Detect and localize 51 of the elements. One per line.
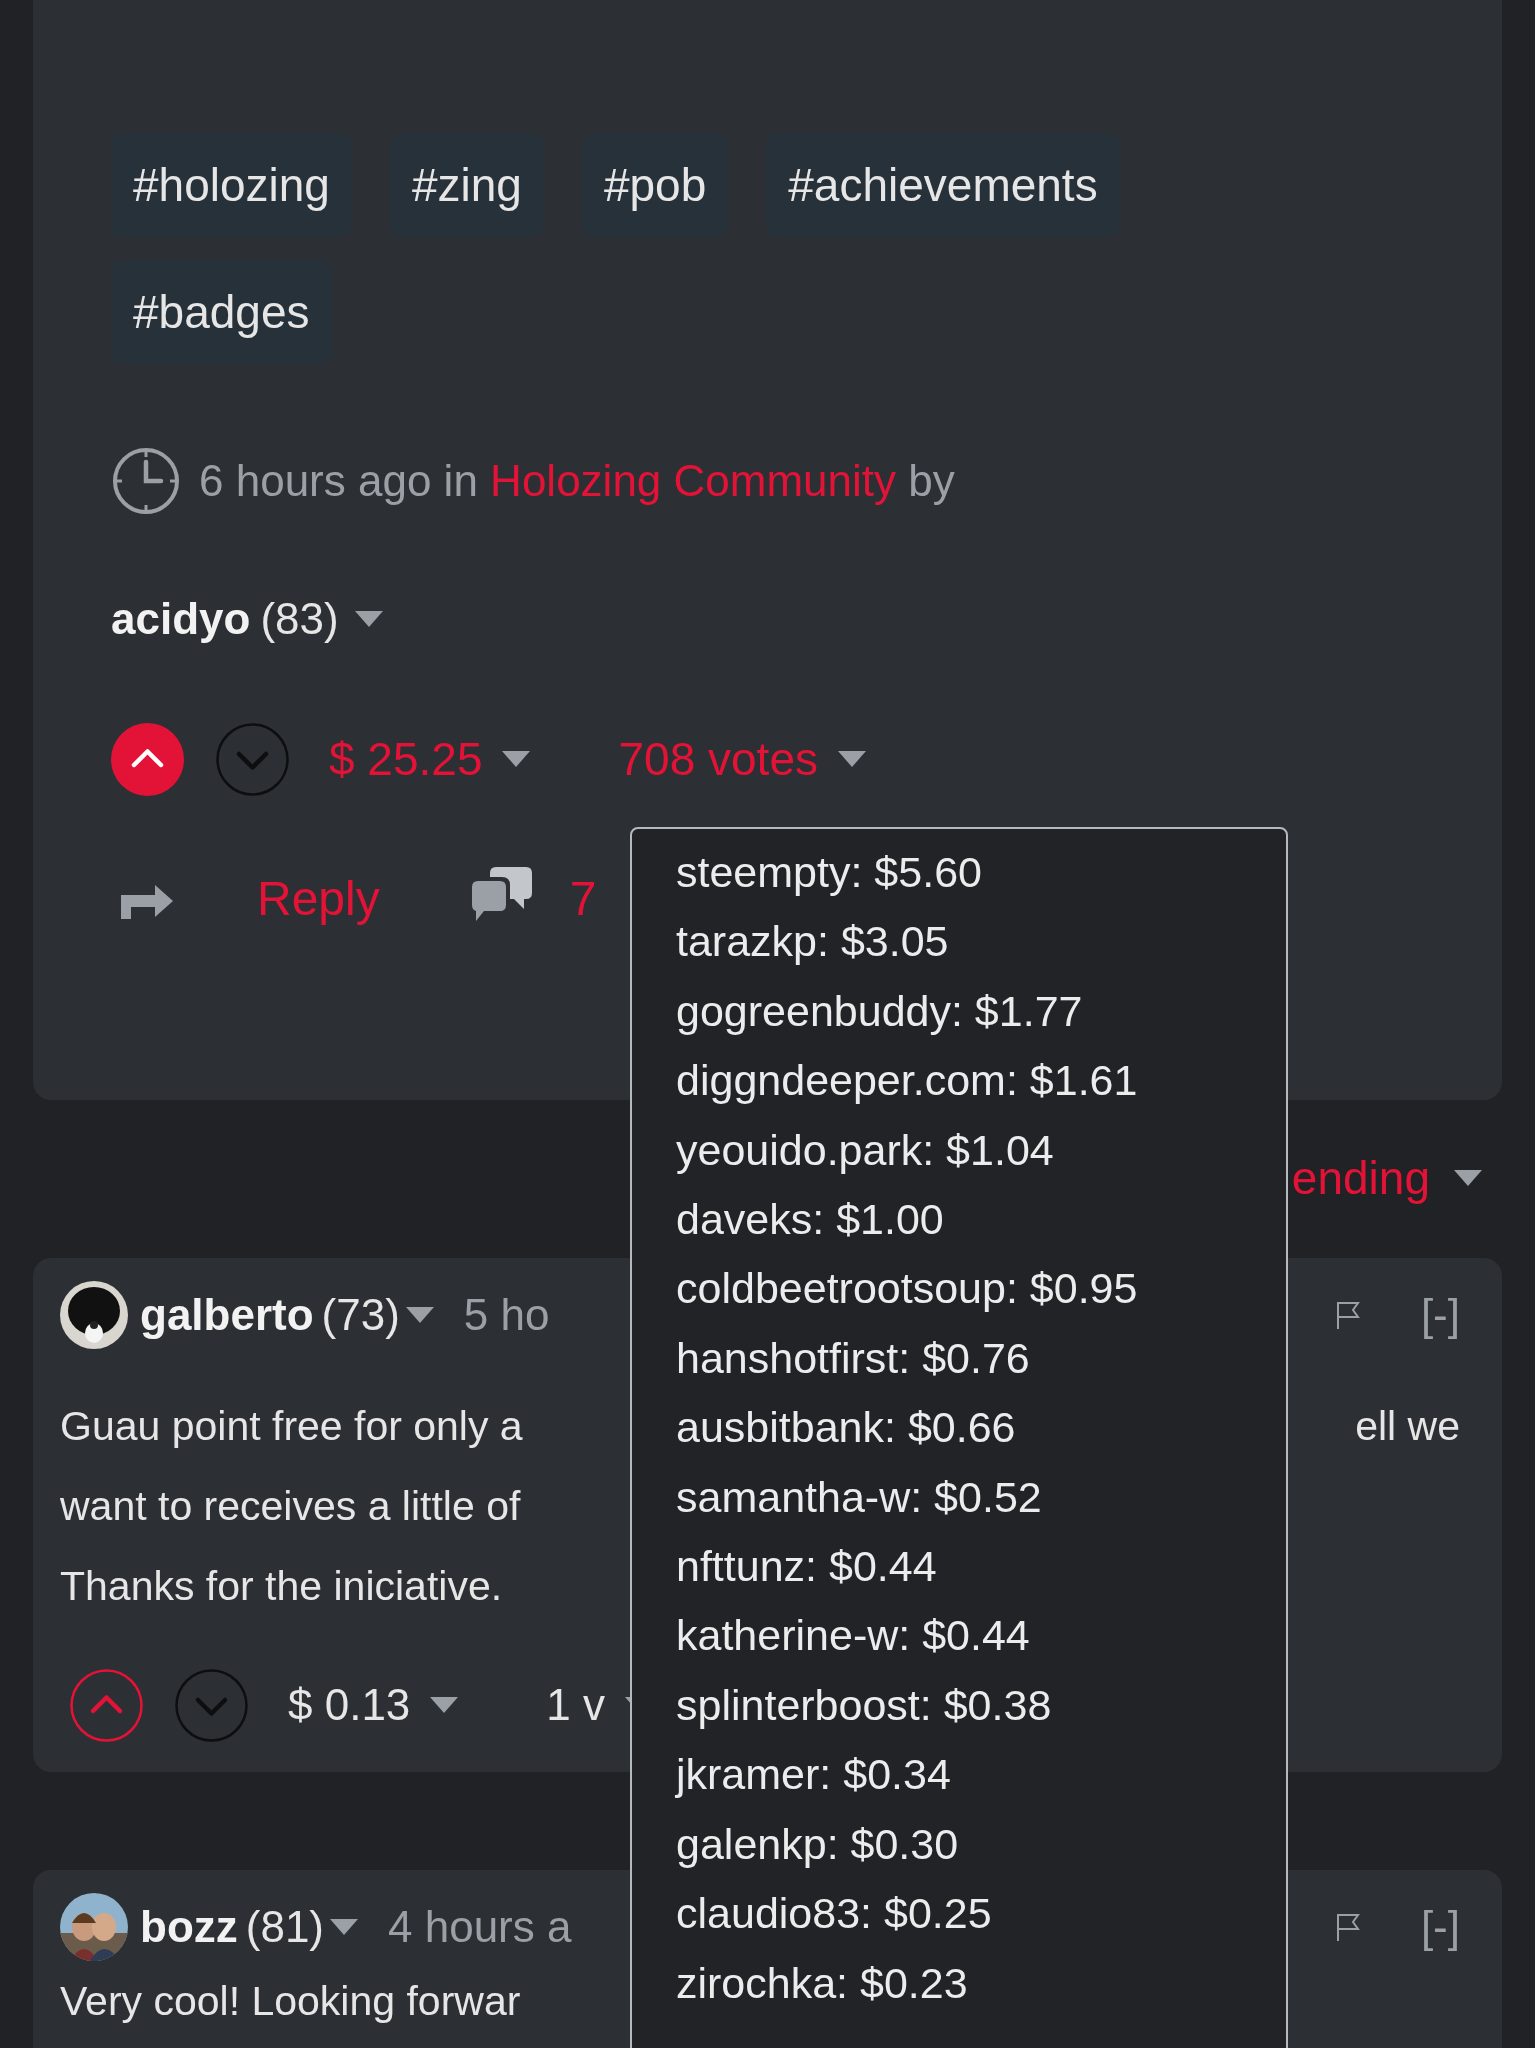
comment-text: Very cool! Looking forwar <box>60 1977 521 2025</box>
comment-author[interactable]: galberto <box>140 1290 314 1340</box>
tag-chip[interactable]: #achievements <box>766 133 1120 237</box>
voter-entry: daveks: $1.00 <box>676 1194 945 1246</box>
tag-chip[interactable]: #pob <box>581 133 729 237</box>
caret-icon[interactable] <box>502 751 531 767</box>
flag-icon[interactable] <box>1334 1300 1361 1330</box>
voter-entry: nfttunz: $0.44 <box>676 1541 938 1593</box>
voter-entry: ausbitbank: $0.66 <box>676 1402 1017 1454</box>
voter-entry: diggndeeper.com: $1.61 <box>676 1055 1139 1107</box>
caret-icon[interactable] <box>430 1697 459 1713</box>
payout-amount[interactable]: $ 0.13 <box>288 1680 411 1730</box>
tag-chip[interactable]: #holozing <box>111 133 352 237</box>
comment-text: ell we <box>1355 1402 1460 1450</box>
tag-chip[interactable]: #badges <box>111 260 332 364</box>
comment-reputation: (81) <box>245 1902 324 1952</box>
clock-icon <box>111 446 181 516</box>
comment-text: Thanks for the iniciative. <box>60 1562 503 1610</box>
voter-entry: galenkp: $0.30 <box>676 1818 960 1870</box>
voter-entry: hanshotfirst: $0.76 <box>676 1332 1031 1384</box>
caret-icon[interactable] <box>837 751 866 767</box>
voter-entry: katherine-w: $0.44 <box>676 1610 1031 1662</box>
collapse-toggle[interactable]: [-] <box>1420 1290 1460 1340</box>
post-meta: 6 hours ago in Holozing Community by <box>199 456 955 506</box>
comment-text: want to receives a little of <box>60 1482 521 1530</box>
comment-time: 5 ho <box>463 1290 550 1340</box>
voter-entry: splinterboost: $0.38 <box>676 1679 1053 1731</box>
voter-entry: zirochka: $0.23 <box>676 1957 969 2009</box>
voter-entry: coldbeetrootsoup: $0.95 <box>676 1263 1139 1315</box>
author-reputation: (83) <box>260 594 339 644</box>
voter-entry: steempty: $5.60 <box>676 847 983 898</box>
voter-entry: samantha-w: $0.52 <box>676 1471 1043 1523</box>
comment-author[interactable]: bozz <box>140 1902 238 1952</box>
collapse-toggle[interactable]: [-] <box>1420 1902 1460 1952</box>
tag-chip[interactable]: #zing <box>389 133 544 237</box>
comment-time: 4 hours a <box>388 1902 572 1952</box>
comment-reputation: (73) <box>321 1290 400 1340</box>
voter-entry: yeouido.park: $1.04 <box>676 1124 1055 1176</box>
caret-icon[interactable] <box>1454 1170 1482 1186</box>
caret-icon[interactable] <box>354 611 383 627</box>
caret-icon[interactable] <box>405 1307 434 1323</box>
upvote-button[interactable] <box>111 722 184 796</box>
voter-entry: tarazkp: $3.05 <box>676 916 950 968</box>
author-name[interactable]: acidyo <box>111 594 251 644</box>
flag-icon[interactable] <box>1334 1912 1361 1942</box>
vote-count[interactable]: 1 v <box>546 1680 606 1730</box>
voter-entry: jkramer: $0.34 <box>676 1749 952 1801</box>
caret-icon[interactable] <box>330 1919 358 1935</box>
voter-entry: gogreenbuddy: $1.77 <box>676 985 1084 1037</box>
comment-text: Guau point free for only a <box>60 1402 523 1450</box>
voter-entry: claudio83: $0.25 <box>676 1888 993 1940</box>
